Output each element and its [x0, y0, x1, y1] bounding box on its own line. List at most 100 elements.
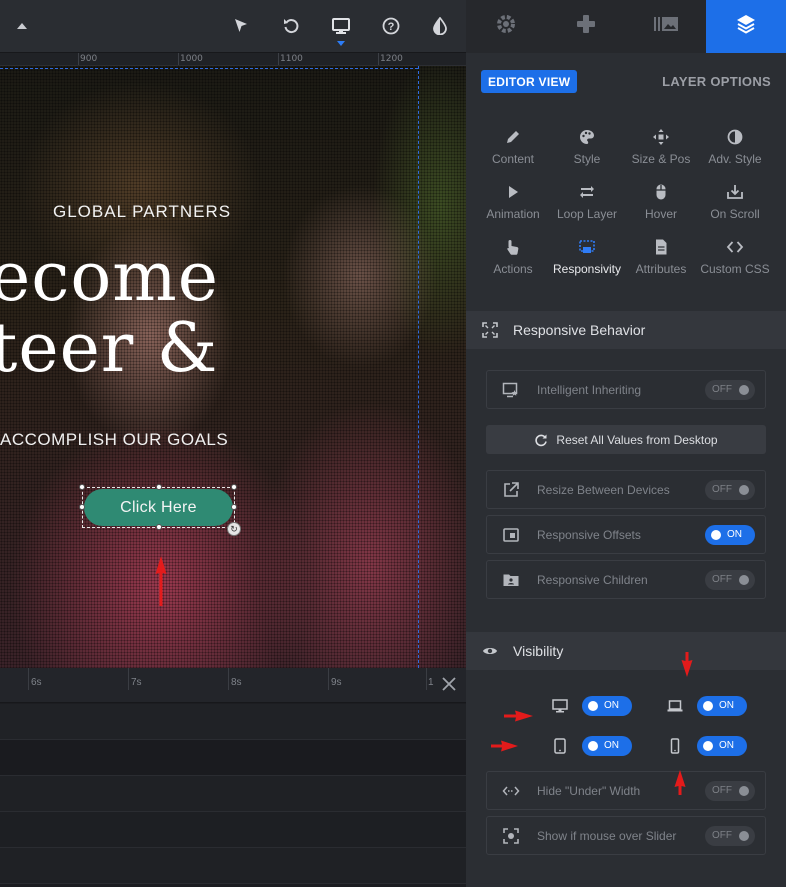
layers-tab[interactable]	[706, 0, 786, 53]
timeline-label: 9s	[331, 677, 342, 688]
media-tab[interactable]	[626, 0, 706, 53]
reset-from-desktop-button[interactable]: Reset All Values from Desktop	[486, 425, 766, 454]
timeline-label: 6s	[31, 677, 42, 688]
help-icon[interactable]: ?	[380, 15, 402, 37]
mouse-icon	[656, 184, 666, 200]
responsive-offsets-toggle[interactable]: ON	[705, 525, 755, 545]
tablet-visibility-toggle[interactable]: ON	[582, 736, 632, 756]
layer-options-title: LAYER OPTIONS	[662, 74, 771, 89]
hide-under-width-toggle[interactable]: OFF	[705, 781, 755, 801]
palette-icon	[580, 130, 594, 144]
option-label: Loop Layer	[556, 207, 618, 221]
timeline-label: 8s	[231, 677, 242, 688]
timeline-ruler: 6s 7s 8s 9s 1	[0, 668, 466, 703]
option-loop-layer[interactable]: Loop Layer	[550, 177, 624, 232]
responsive-children-toggle[interactable]: OFF	[705, 570, 755, 590]
timeline-row[interactable]	[0, 776, 466, 812]
desktop-icon	[552, 699, 568, 713]
show-mouse-over-toggle[interactable]: OFF	[705, 826, 755, 846]
desktop-visibility-toggle[interactable]: ON	[582, 696, 632, 716]
option-responsivity[interactable]: Responsivity	[550, 232, 624, 287]
desktop-icon[interactable]	[330, 15, 352, 37]
option-label: Size & Pos	[631, 152, 691, 166]
editor-view-badge[interactable]: EDITOR VIEW	[481, 70, 578, 93]
mobile-visibility-toggle[interactable]: ON	[697, 736, 747, 756]
resize-handle[interactable]	[231, 504, 237, 510]
loop-icon	[580, 186, 594, 198]
chevron-up-icon[interactable]	[11, 15, 33, 37]
option-style[interactable]: Style	[550, 122, 624, 177]
pen-icon	[507, 131, 519, 143]
play-icon	[509, 186, 518, 198]
option-label: Animation	[486, 207, 540, 221]
annotation-arrow-up	[674, 770, 686, 795]
undo-icon[interactable]	[280, 15, 302, 37]
laptop-visibility-toggle[interactable]: ON	[697, 696, 747, 716]
layer-tagline[interactable]: ACCOMPLISH OUR GOALS	[0, 430, 228, 450]
intelligent-inheriting-row: Intelligent Inheriting OFF	[486, 370, 766, 409]
intelligent-inheriting-toggle[interactable]: OFF	[705, 380, 755, 400]
section-title: Responsive Behavior	[513, 322, 646, 338]
laptop-icon	[667, 700, 683, 712]
option-adv-style[interactable]: Adv. Style	[698, 122, 772, 177]
option-content[interactable]: Content	[476, 122, 550, 177]
timeline-label: 7s	[131, 677, 142, 688]
responsive-behavior-header[interactable]: Responsive Behavior	[466, 311, 786, 349]
option-size-pos[interactable]: Size & Pos	[624, 122, 698, 177]
ruler-label: 1000	[180, 54, 203, 64]
resize-between-devices-toggle[interactable]: OFF	[705, 480, 755, 500]
modules-tab[interactable]	[546, 0, 626, 53]
annotation-arrow-right	[504, 710, 533, 722]
panel-tabs	[466, 0, 786, 53]
selected-layer-frame[interactable]: Click Here ↻	[79, 484, 241, 536]
option-hover[interactable]: Hover	[624, 177, 698, 232]
timeline-row[interactable]	[0, 848, 466, 884]
settings-tab[interactable]	[466, 0, 546, 53]
timeline-row[interactable]	[0, 740, 466, 776]
hide-under-width-row: Hide "Under" Width OFF	[486, 771, 766, 810]
option-custom-css[interactable]: Custom CSS	[698, 232, 772, 287]
option-label: Content	[491, 152, 535, 166]
mobile-icon	[670, 738, 680, 754]
row-label: Hide "Under" Width	[537, 784, 641, 798]
layer-heading-line2[interactable]: teer &	[0, 309, 218, 388]
option-attributes[interactable]: Attributes	[624, 232, 698, 287]
option-label: Hover	[644, 207, 677, 221]
responsive-icon	[579, 240, 595, 253]
document-icon	[656, 239, 667, 255]
contrast-icon[interactable]	[429, 15, 451, 37]
responsive-children-row: Responsive Children OFF	[486, 560, 766, 599]
layer-heading-line1[interactable]: ecome	[0, 238, 219, 317]
visibility-desktop: ON	[552, 696, 642, 716]
expand-icon	[482, 322, 498, 338]
visibility-mobile: ON	[667, 736, 757, 756]
option-animation[interactable]: Animation	[476, 177, 550, 232]
timeline-row[interactable]	[0, 704, 466, 740]
click-here-button[interactable]: Click Here	[84, 489, 233, 526]
rotate-handle-icon[interactable]: ↻	[227, 522, 241, 536]
resize-handle[interactable]	[79, 504, 85, 510]
option-actions[interactable]: Actions	[476, 232, 550, 287]
resize-handle[interactable]	[156, 484, 162, 490]
cursor-icon[interactable]	[230, 15, 252, 37]
contrast-icon	[727, 129, 743, 145]
row-label: Intelligent Inheriting	[537, 383, 642, 397]
timeline-row[interactable]	[0, 812, 466, 848]
resize-handle[interactable]	[156, 524, 162, 530]
close-icon[interactable]	[440, 675, 458, 693]
option-on-scroll[interactable]: On Scroll	[698, 177, 772, 232]
canvas-area: ? 900 1000 1100 1200 GLOBAL PARTNERS eco…	[0, 0, 466, 887]
visibility-header[interactable]: Visibility	[466, 632, 786, 670]
resize-handle[interactable]	[231, 484, 237, 490]
row-label: Responsive Children	[537, 573, 648, 587]
layer-subtitle[interactable]: GLOBAL PARTNERS	[53, 202, 231, 222]
slide-canvas[interactable]: GLOBAL PARTNERS ecome teer & ACCOMPLISH …	[0, 66, 466, 668]
row-label: Show if mouse over Slider	[537, 829, 677, 843]
option-label: Adv. Style	[708, 152, 762, 166]
option-label: Actions	[493, 262, 533, 276]
svg-text:?: ?	[388, 21, 395, 33]
option-label: Responsivity	[552, 262, 622, 276]
resize-handle[interactable]	[79, 484, 85, 490]
code-icon	[726, 241, 744, 253]
eye-icon	[483, 648, 497, 654]
